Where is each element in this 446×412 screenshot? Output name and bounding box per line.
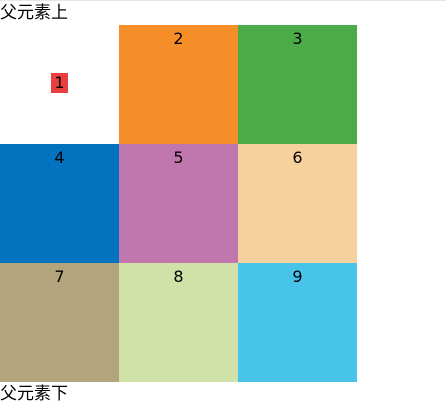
grid-cell-6: 6: [238, 144, 357, 263]
parent-bottom-label: 父元素下: [0, 384, 68, 404]
cell-3-label: 3: [292, 29, 303, 48]
grid-cell-9: 9: [238, 263, 357, 382]
float-grid: 1 2 3 4 5 6 7 8 9: [0, 25, 357, 382]
grid-cell-3: 3: [238, 25, 357, 144]
grid-cell-5: 5: [119, 144, 238, 263]
cell-1-label: 1: [51, 73, 68, 93]
cell-6-label: 6: [292, 148, 303, 167]
grid-cell-1: 1: [0, 25, 119, 144]
top-divider: [0, 0, 446, 1]
grid-cell-8: 8: [119, 263, 238, 382]
cell-5-label: 5: [173, 148, 184, 167]
parent-top-label: 父元素上: [0, 3, 68, 23]
cell-8-label: 8: [173, 267, 184, 286]
grid-cell-7: 7: [0, 263, 119, 382]
grid-cell-4: 4: [0, 144, 119, 263]
cell-9-label: 9: [292, 267, 303, 286]
cell-2-label: 2: [173, 29, 184, 48]
cell-4-label: 4: [54, 148, 65, 167]
cell-7-label: 7: [54, 267, 65, 286]
grid-cell-2: 2: [119, 25, 238, 144]
